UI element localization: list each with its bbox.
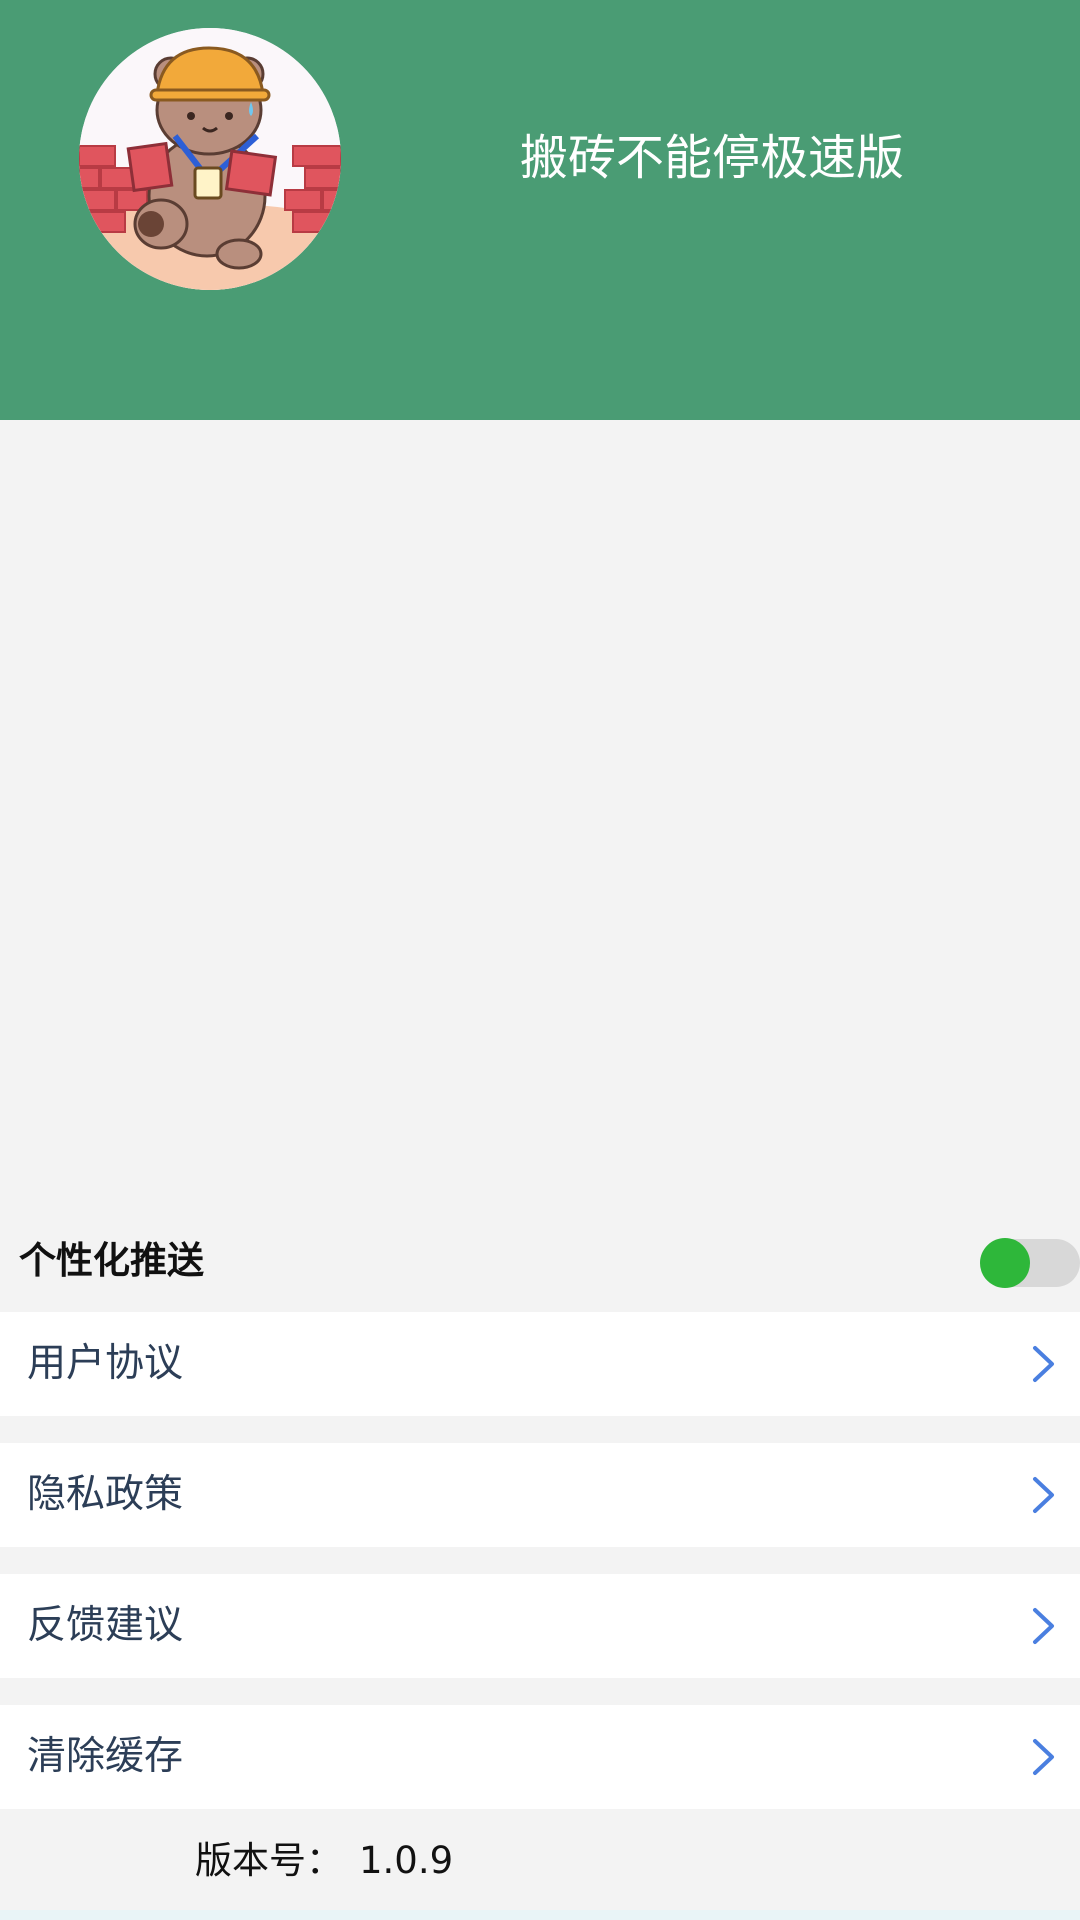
version-label: 版本号： (195, 1839, 343, 1882)
chevron-right-icon (1024, 1735, 1064, 1779)
chevron-right-icon (1024, 1342, 1064, 1386)
app-title: 搬砖不能停极速版 (520, 130, 905, 186)
version-info: 版本号： 1.0.9 (195, 1836, 453, 1886)
toggle-knob (980, 1238, 1030, 1288)
chevron-right-icon (1024, 1473, 1064, 1517)
menu-item-feedback[interactable]: 反馈建议 (0, 1574, 1080, 1678)
settings-page: 搬砖不能停极速版 个性化推送 用户协议 隐私政策 反馈建议 清除缓存 版本号： 1… (0, 0, 1080, 1920)
personalized-push-row: 个性化推送 (0, 1212, 1080, 1310)
personalized-push-label: 个性化推送 (19, 1239, 204, 1282)
profile-header: 搬砖不能停极速版 (0, 0, 1080, 420)
personalized-push-toggle[interactable] (980, 1238, 1080, 1288)
version-number: 1.0.9 (359, 1839, 454, 1882)
avatar[interactable] (79, 28, 341, 290)
chevron-right-icon (1024, 1604, 1064, 1648)
menu-item-label: 反馈建议 (27, 1603, 184, 1648)
menu-item-label: 隐私政策 (27, 1472, 184, 1517)
menu-item-label: 清除缓存 (27, 1734, 184, 1779)
menu-item-user-agreement[interactable]: 用户协议 (0, 1312, 1080, 1416)
menu-item-label: 用户协议 (27, 1341, 184, 1386)
menu-item-privacy-policy[interactable]: 隐私政策 (0, 1443, 1080, 1547)
bear-avatar-icon (79, 28, 341, 290)
menu-item-clear-cache[interactable]: 清除缓存 (0, 1705, 1080, 1809)
bottom-strip (0, 1910, 1080, 1920)
